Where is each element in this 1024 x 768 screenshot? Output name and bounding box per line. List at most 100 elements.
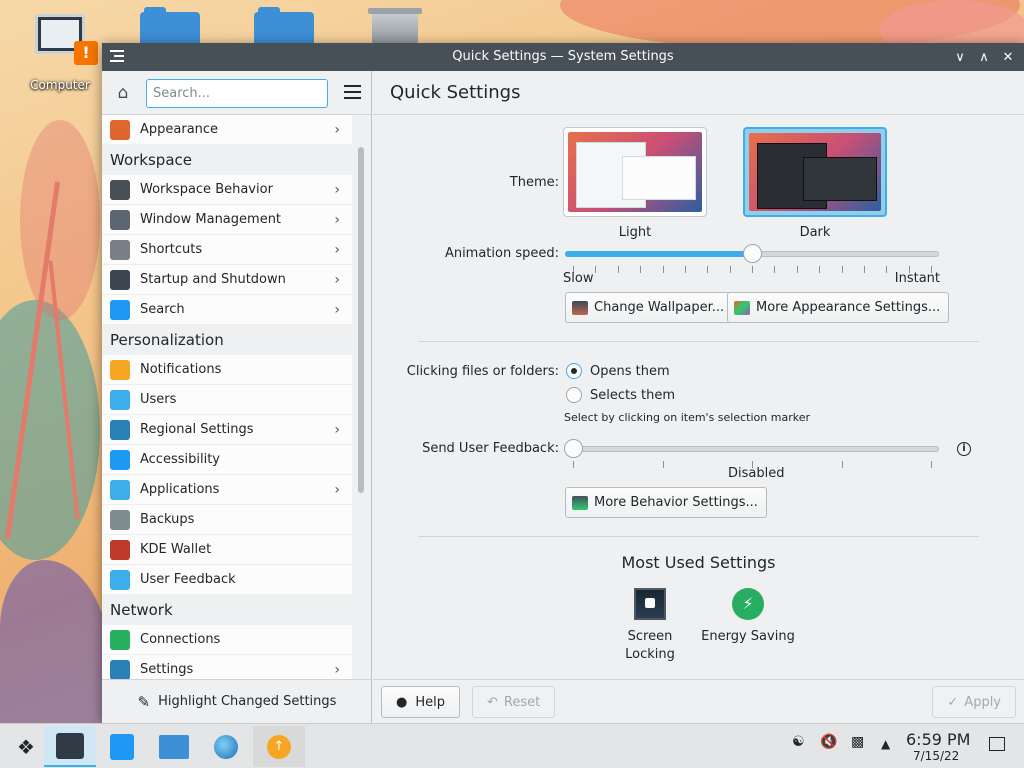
close-button[interactable]: ✕ [998, 47, 1018, 67]
slider-tick [707, 266, 709, 273]
clock-time[interactable]: 6:59 PM [906, 730, 970, 749]
update-arrow-icon: ↑ [267, 734, 291, 759]
selects-them-label[interactable]: Selects them [590, 388, 675, 403]
minimize-button[interactable]: ∨ [950, 47, 970, 67]
sidebar-item-accessibility[interactable]: Accessibility [102, 445, 352, 475]
animation-max-label: Instant [894, 271, 940, 286]
taskbar-update-notifier[interactable]: ↑ [253, 726, 305, 767]
sidebar-item-label: Accessibility [140, 452, 220, 467]
chevron-right-icon: › [334, 662, 340, 678]
animation-speed-slider[interactable] [565, 244, 939, 264]
folder-icon [159, 734, 189, 759]
slider-ticks [573, 266, 932, 274]
theme-light-card[interactable] [563, 127, 707, 217]
sidebar-item-label: Startup and Shutdown [140, 272, 286, 287]
slider-handle[interactable] [743, 244, 762, 263]
opens-them-radio[interactable] [566, 363, 582, 379]
sidebar-item-notifications[interactable]: Notifications [102, 355, 352, 385]
accessibility-icon [110, 449, 130, 470]
slider-tick [752, 266, 753, 273]
slider-tick [774, 266, 776, 273]
highlight-changed-settings-button[interactable]: ✎ Highlight Changed Settings [102, 679, 372, 723]
desktop-computer[interactable]: ! Computer [22, 14, 98, 92]
slider-handle[interactable] [564, 439, 583, 458]
theme-dark-preview [749, 133, 881, 211]
sidebar-item-startup-and-shutdown[interactable]: Startup and Shutdown › [102, 265, 352, 295]
hamburger-menu-button[interactable] [344, 85, 361, 99]
sidebar-scrollbar[interactable] [356, 147, 366, 493]
desktop-computer-label: Computer [30, 78, 90, 92]
taskbar-dolphin[interactable] [148, 726, 200, 767]
slider-tick [662, 266, 664, 273]
sidebar-item-shortcuts[interactable]: Shortcuts › [102, 235, 352, 265]
more-appearance-settings-button[interactable]: More Appearance Settings... [727, 292, 950, 323]
pen-icon: ✎ [137, 692, 151, 711]
slider-tick [863, 266, 865, 273]
show-desktop-icon[interactable] [989, 737, 1005, 751]
wallpaper-icon [572, 300, 588, 315]
user-feedback-slider[interactable] [564, 439, 939, 459]
sidebar-item-workspace-behavior[interactable]: Workspace Behavior › [102, 175, 352, 205]
theme-dark-card[interactable] [743, 127, 887, 217]
globe-icon [214, 734, 238, 759]
change-wallpaper-button[interactable]: Change Wallpaper... [565, 292, 734, 323]
sidebar-item-label: Appearance [140, 122, 219, 137]
sidebar-item-label: Users [140, 392, 177, 407]
sidebar-item-kde-wallet[interactable]: KDE Wallet [102, 535, 352, 565]
sidebar-item-label: Window Management [140, 212, 282, 227]
sidebar-item-regional-settings[interactable]: Regional Settings › [102, 415, 352, 445]
sidebar-item-label: Shortcuts [140, 242, 203, 257]
titlebar[interactable]: Quick Settings — System Settings ∨ ∧ ✕ [102, 43, 1024, 71]
slider-tick [819, 266, 821, 273]
screen-locking-label: Screen Locking [625, 629, 675, 662]
most-used-title: Most Used Settings [621, 553, 776, 572]
clock-date[interactable]: 7/15/22 [913, 749, 959, 763]
users-icon [110, 389, 130, 410]
updates-tray-icon[interactable]: ☯ [792, 734, 805, 750]
sidebar-item-window-management[interactable]: Window Management › [102, 205, 352, 235]
backup-clock-icon [110, 509, 130, 530]
feedback-value-label: Disabled [728, 466, 785, 481]
warning-icon: ! [74, 41, 98, 65]
selects-them-radio[interactable] [566, 387, 582, 403]
more-behavior-settings-button[interactable]: More Behavior Settings... [565, 487, 767, 518]
reset-button[interactable]: ↶ Reset [472, 686, 556, 718]
taskbar-system-settings[interactable] [44, 726, 96, 767]
slider-tick [617, 266, 619, 273]
sidebar-item-search[interactable]: Search › [102, 295, 352, 325]
most-used-screen-locking[interactable]: Screen Locking [602, 588, 698, 664]
network-wired-icon[interactable]: ▩ [851, 734, 864, 750]
sidebar-item-label: KDE Wallet [140, 542, 212, 557]
desktop-folder-icon[interactable] [254, 7, 314, 44]
most-used-energy-saving[interactable]: ⚡ Energy Saving [700, 588, 796, 646]
help-button[interactable]: ● Help [381, 686, 460, 718]
wallet-icon [110, 539, 130, 560]
home-button[interactable]: ⌂ [112, 83, 134, 105]
opens-them-label[interactable]: Opens them [590, 364, 670, 379]
sidebar-item-connections[interactable]: Connections [102, 625, 352, 655]
tray-expand-arrow-icon[interactable]: ▲ [881, 737, 890, 751]
maximize-button[interactable]: ∧ [974, 47, 994, 67]
sidebar-item-backups[interactable]: Backups [102, 505, 352, 535]
feedback-bubble-icon [110, 569, 130, 590]
info-icon[interactable]: i [957, 442, 971, 456]
sidebar-item-appearance[interactable]: Appearance › [102, 115, 352, 145]
sidebar-item-users[interactable]: Users [102, 385, 352, 415]
desktop-folder-icon[interactable] [140, 7, 200, 44]
computer-monitor-icon: ! [35, 14, 98, 65]
chevron-right-icon: › [334, 182, 340, 198]
theme-light-preview [568, 132, 702, 212]
apply-button[interactable]: ✓ Apply [932, 686, 1016, 718]
sidebar-item-settings[interactable]: Settings › [102, 655, 352, 679]
category-list: Appearance › Workspace Workspace Behavior › W… [102, 115, 352, 679]
taskbar-discover[interactable] [96, 726, 148, 767]
sidebar-item-user-feedback[interactable]: User Feedback [102, 565, 352, 595]
taskbar-browser[interactable] [200, 726, 252, 767]
search-input[interactable] [146, 79, 328, 108]
appearance-icon [734, 300, 750, 315]
reset-arrow-icon: ↶ [487, 694, 498, 710]
screen-locking-icon [634, 588, 666, 620]
volume-muted-icon[interactable]: 🔇 [820, 734, 837, 750]
desktop-trash-icon[interactable] [368, 8, 422, 44]
sidebar-item-applications[interactable]: Applications › [102, 475, 352, 505]
